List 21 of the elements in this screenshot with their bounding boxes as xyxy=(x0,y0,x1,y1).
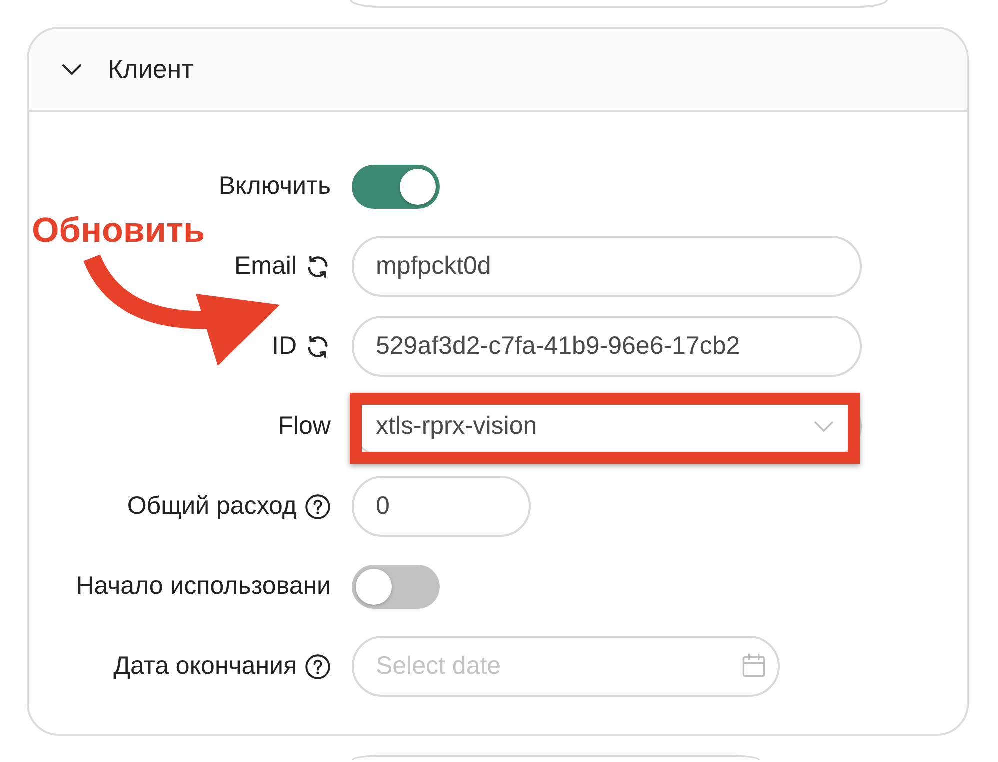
date-field[interactable]: Select date xyxy=(352,636,780,697)
chevron-down-icon xyxy=(814,420,834,432)
toggle-switch[interactable] xyxy=(352,564,440,608)
panel-header[interactable]: Клиент xyxy=(29,29,967,112)
calendar-icon xyxy=(741,653,767,679)
text-field[interactable]: 529af3d2-c7fa-41b9-96e6-17cb2 xyxy=(352,316,862,377)
field-label: Email xyxy=(234,250,297,282)
text-field[interactable]: mpfpckt0d xyxy=(352,236,862,297)
field-label: Общий расход xyxy=(127,490,297,522)
field-label: Дата окончания xyxy=(114,650,297,682)
annotation-label: Обновить xyxy=(32,213,206,248)
input-field[interactable] xyxy=(350,0,888,8)
chevron-down-icon[interactable] xyxy=(62,64,82,76)
field-label: Начало использовани xyxy=(76,570,331,602)
number-field[interactable]: 0 xyxy=(352,476,531,537)
panel-title: Клиент xyxy=(108,53,194,86)
field-label: Включить xyxy=(218,170,331,202)
toggle-switch[interactable] xyxy=(352,164,440,208)
field-label: ID xyxy=(272,330,297,362)
field-label: Flow xyxy=(278,410,331,442)
input-field[interactable] xyxy=(352,755,760,760)
